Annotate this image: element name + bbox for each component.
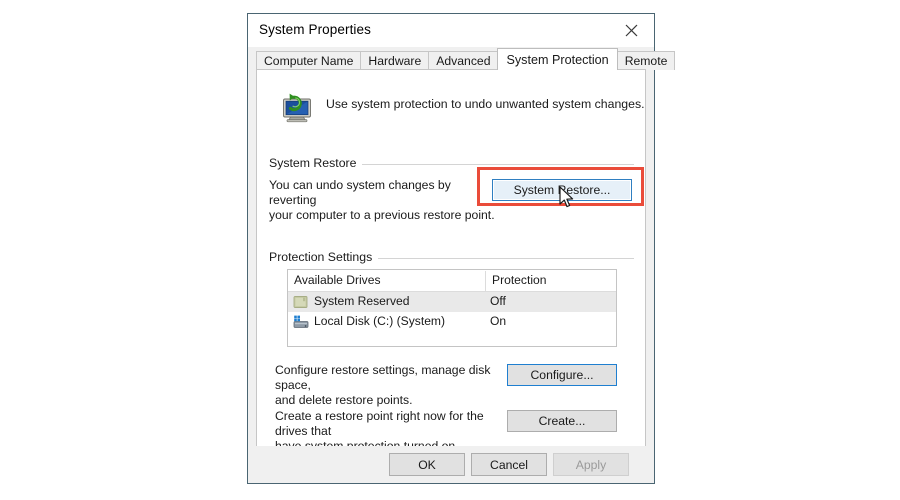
create-description-line1: Create a restore point right now for the… xyxy=(275,409,484,438)
screen: System Properties Computer Name Hardware… xyxy=(0,0,900,500)
create-button[interactable]: Create... xyxy=(507,410,617,432)
system-restore-button[interactable]: System Restore... xyxy=(492,179,632,201)
system-restore-description: You can undo system changes by reverting… xyxy=(269,178,499,223)
configure-description-line2: and delete restore points. xyxy=(275,393,413,407)
system-restore-group-label: System Restore xyxy=(269,156,363,170)
system-restore-description-line1: You can undo system changes by reverting xyxy=(269,178,451,207)
apply-button: Apply xyxy=(553,453,629,476)
drive-protection-status: On xyxy=(490,314,507,328)
tab-remote[interactable]: Remote xyxy=(616,51,676,70)
protection-header: Use system protection to undo unwanted s… xyxy=(270,90,645,132)
tab-content-panel: Use system protection to undo unwanted s… xyxy=(256,69,646,453)
column-divider xyxy=(485,271,486,291)
tab-strip: Computer Name Hardware Advanced System P… xyxy=(248,47,676,70)
drive-icon xyxy=(293,295,309,309)
protection-header-text: Use system protection to undo unwanted s… xyxy=(326,97,645,111)
configure-description: Configure restore settings, manage disk … xyxy=(275,363,505,408)
system-restore-description-line2: your computer to a previous restore poin… xyxy=(269,208,495,222)
tab-hardware[interactable]: Hardware xyxy=(360,51,430,70)
system-protection-icon xyxy=(280,91,314,123)
configure-button[interactable]: Configure... xyxy=(507,364,617,386)
tab-system-protection[interactable]: System Protection xyxy=(497,48,618,70)
table-row[interactable]: Local Disk (C:) (System) On xyxy=(288,312,616,332)
configure-description-line1: Configure restore settings, manage disk … xyxy=(275,363,491,392)
close-icon[interactable] xyxy=(609,14,654,46)
tab-computer-name[interactable]: Computer Name xyxy=(256,51,362,70)
protection-settings-group-label: Protection Settings xyxy=(269,250,379,264)
tab-advanced[interactable]: Advanced xyxy=(428,51,499,70)
window-title: System Properties xyxy=(259,22,371,37)
column-header-available-drives[interactable]: Available Drives xyxy=(294,273,381,287)
drive-name: System Reserved xyxy=(314,294,410,308)
hard-disk-system-icon xyxy=(293,315,309,329)
drive-protection-status: Off xyxy=(490,294,506,308)
ok-button[interactable]: OK xyxy=(389,453,465,476)
system-properties-window: System Properties Computer Name Hardware… xyxy=(247,13,676,484)
available-drives-list-header: Available Drives Protection xyxy=(288,270,616,292)
available-drives-list[interactable]: Available Drives Protection System Reser… xyxy=(287,269,617,347)
drive-name: Local Disk (C:) (System) xyxy=(314,314,446,328)
cancel-button[interactable]: Cancel xyxy=(471,453,547,476)
column-header-protection[interactable]: Protection xyxy=(492,273,546,287)
table-row[interactable]: System Reserved Off xyxy=(288,292,616,312)
window-titlebar: System Properties xyxy=(248,14,654,47)
dialog-footer: OK Cancel Apply xyxy=(248,446,654,483)
